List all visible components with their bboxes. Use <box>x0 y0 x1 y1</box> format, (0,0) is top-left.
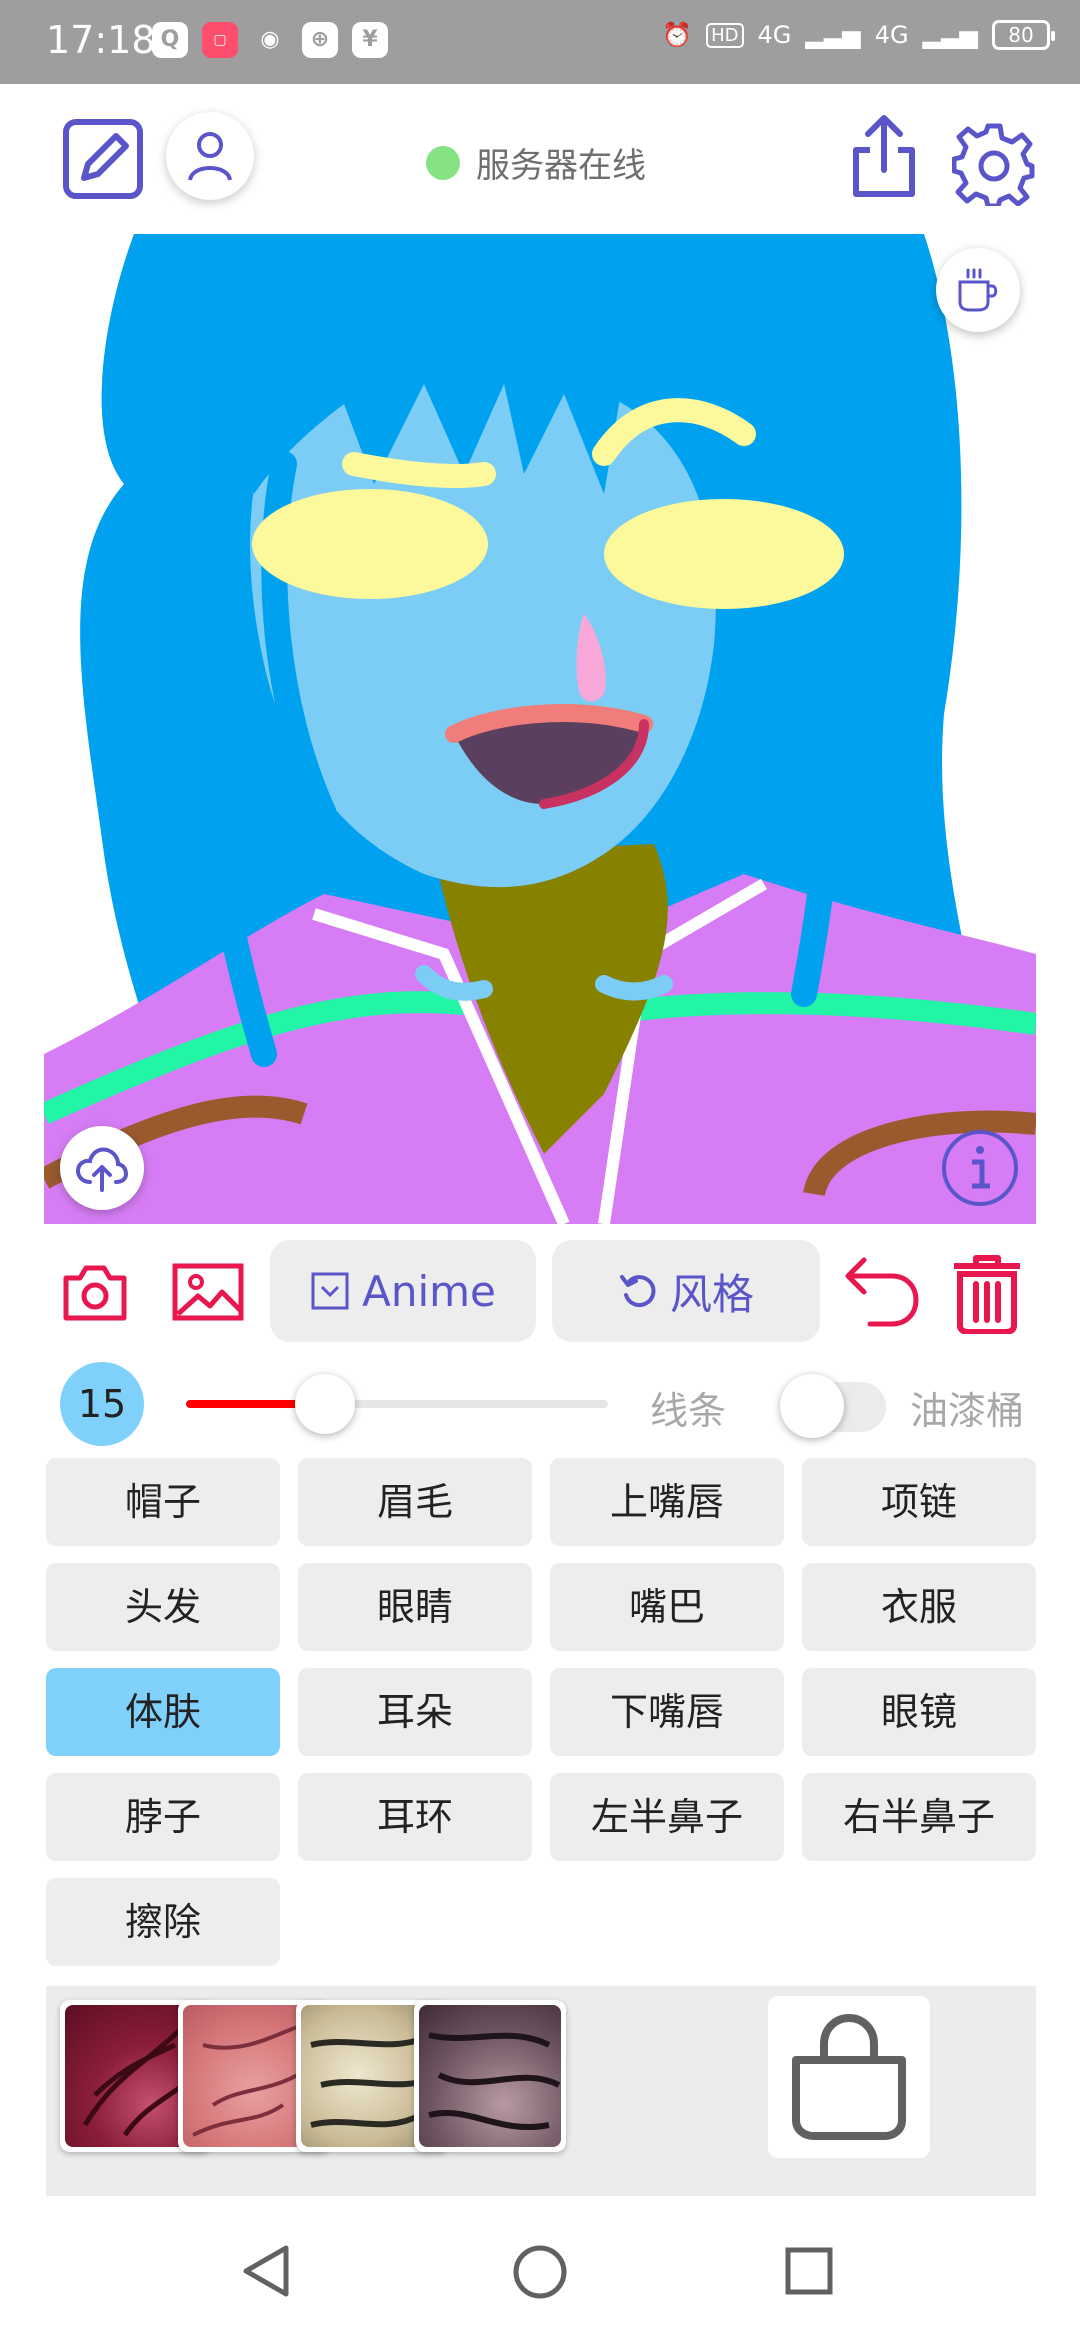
part-button[interactable]: 眼镜 <box>802 1668 1036 1756</box>
back-icon[interactable] <box>240 2244 292 2298</box>
gallery-icon[interactable] <box>172 1262 244 1322</box>
battery-indicator: 80 <box>992 20 1055 50</box>
material-strip <box>46 1986 1036 2196</box>
cloud-upload-icon <box>76 1147 128 1192</box>
weibo-icon: ◉ <box>260 27 280 52</box>
recent-apps-icon[interactable] <box>784 2246 834 2296</box>
hd-label: HD <box>706 22 744 48</box>
part-button[interactable]: 衣服 <box>802 1563 1036 1651</box>
checkbox-icon <box>311 1272 349 1310</box>
style-label: 风格 <box>669 1269 754 1319</box>
server-status-dot <box>426 145 460 180</box>
status-time: 17:18 <box>46 18 156 62</box>
drawing-artwork <box>44 234 1036 1224</box>
user-icon <box>188 132 232 181</box>
share-icon[interactable] <box>848 114 920 200</box>
top-bar: 服务器在线 <box>0 84 1080 234</box>
qq-icon: Q <box>152 22 188 58</box>
info-icon[interactable] <box>940 1128 1020 1208</box>
material-swatch[interactable] <box>414 2000 566 2152</box>
navigation-bar <box>0 2196 1080 2340</box>
part-button[interactable]: 上嘴唇 <box>550 1458 784 1546</box>
brush-size-slider-thumb[interactable] <box>295 1374 356 1434</box>
home-icon[interactable] <box>512 2244 568 2300</box>
line-mode-label: 线条 <box>650 1389 727 1433</box>
alipay-icon: ¥ <box>352 22 388 58</box>
coffee-cup-icon <box>958 268 998 312</box>
part-button[interactable]: 嘴巴 <box>550 1563 784 1651</box>
xiaohongshu-icon: ▢ <box>202 22 238 58</box>
profile-button[interactable] <box>166 112 254 200</box>
part-button[interactable]: 眉毛 <box>298 1458 532 1546</box>
status-right: ⏰ HD 4G ▂▃▅ 4G ▂▃▅ 80 <box>662 20 1055 50</box>
trash-icon[interactable] <box>950 1252 1024 1335</box>
alarm-icon: ⏰ <box>662 21 693 49</box>
part-button[interactable]: 体肤 <box>46 1668 280 1756</box>
signal-icon: ▂▃▅ <box>805 21 861 49</box>
edit-icon[interactable] <box>62 118 144 200</box>
part-button[interactable]: 下嘴唇 <box>550 1668 784 1756</box>
shopping-bag-icon <box>792 2014 906 2140</box>
tool-bar: Anime 风格 <box>0 1238 1080 1346</box>
status-app-icons: Q ▢ ◉ ⊕ ¥ <box>152 22 388 58</box>
status-bar: 17:18 Q ▢ ◉ ⊕ ¥ ⏰ HD 4G ▂▃▅ 4G ▂▃▅ 80 <box>0 0 1080 84</box>
style-button[interactable]: 风格 <box>552 1240 820 1342</box>
paint-bucket-toggle-knob[interactable] <box>780 1374 844 1438</box>
paint-bucket-label: 油漆桶 <box>910 1389 1025 1433</box>
brush-size-slider[interactable] <box>186 1400 608 1408</box>
part-button[interactable]: 耳环 <box>298 1773 532 1861</box>
anime-mode-label: Anime <box>362 1266 496 1316</box>
gear-icon[interactable] <box>951 122 1036 209</box>
server-status-text: 服务器在线 <box>476 146 646 186</box>
part-button[interactable]: 左半鼻子 <box>550 1773 784 1861</box>
part-button[interactable]: 头发 <box>46 1563 280 1651</box>
drawing-canvas[interactable] <box>44 234 1036 1224</box>
part-button[interactable]: 擦除 <box>46 1878 280 1966</box>
refresh-icon <box>619 1275 656 1308</box>
brush-size-badge: 15 <box>60 1362 144 1446</box>
part-button[interactable]: 项链 <box>802 1458 1036 1546</box>
part-button[interactable]: 帽子 <box>46 1458 280 1546</box>
part-button[interactable]: 耳朵 <box>298 1668 532 1756</box>
upload-button[interactable] <box>60 1126 144 1210</box>
anime-mode-button[interactable]: Anime <box>270 1240 536 1342</box>
part-button[interactable]: 眼睛 <box>298 1563 532 1651</box>
part-button[interactable]: 右半鼻子 <box>802 1773 1036 1861</box>
server-status: 服务器在线 <box>426 138 646 187</box>
material-shop-button[interactable] <box>768 1996 930 2158</box>
network-2-label: 4G <box>874 21 909 49</box>
browser-icon: ⊕ <box>302 22 338 58</box>
coffee-button[interactable] <box>936 248 1020 332</box>
camera-icon[interactable] <box>62 1262 128 1322</box>
undo-icon[interactable] <box>844 1252 920 1332</box>
part-button[interactable]: 脖子 <box>46 1773 280 1861</box>
brush-settings: 15 线条 油漆桶 <box>0 1362 1080 1446</box>
signal-icon: ▂▃▅ <box>922 21 978 49</box>
network-1-label: 4G <box>757 21 792 49</box>
